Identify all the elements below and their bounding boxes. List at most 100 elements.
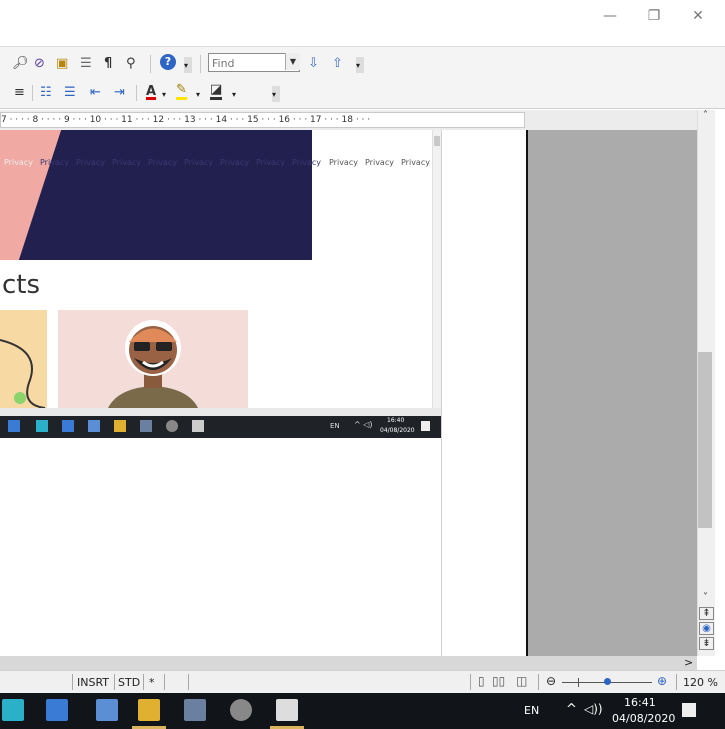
app-icon xyxy=(166,420,178,432)
highlight-color-icon[interactable]: ✎ xyxy=(176,83,187,100)
language-indicator: EN xyxy=(330,422,340,430)
embedded-taskbar: EN ^ ◁) 16:40 04/08/2020 xyxy=(0,416,441,438)
privacy-link: Privacy xyxy=(365,158,394,167)
app-icon[interactable] xyxy=(230,699,252,721)
chevron-down-icon[interactable]: ▾ xyxy=(162,86,166,104)
multi-page-view-icon[interactable]: ▯▯ xyxy=(492,674,505,688)
minimize-button[interactable]: — xyxy=(590,4,630,28)
decrease-indent-icon[interactable]: ⇤ xyxy=(90,84,101,102)
book-view-icon[interactable]: ◫ xyxy=(516,674,527,688)
vertical-scroll-thumb[interactable] xyxy=(698,352,712,528)
vscode-icon xyxy=(8,420,20,432)
restore-button[interactable]: ❐ xyxy=(634,4,674,28)
status-divider xyxy=(114,674,115,690)
scroll-up-button[interactable]: ˄ xyxy=(699,110,712,121)
notification-icon xyxy=(421,421,430,431)
increase-indent-icon[interactable]: ⇥ xyxy=(114,84,125,102)
justify-icon[interactable]: ≡ xyxy=(14,84,25,102)
find-dropdown[interactable]: ▼ xyxy=(285,53,300,72)
app-icon xyxy=(36,420,48,432)
document-canvas[interactable]: Privacy Privacy Privacy Privacy Privacy … xyxy=(0,130,697,656)
avatar-illustration xyxy=(108,320,198,408)
formatting-marks-icon[interactable]: ¶ xyxy=(104,55,112,73)
find-previous-icon[interactable]: ⇧ xyxy=(332,55,343,73)
navigator-button[interactable]: ◉ xyxy=(699,622,714,635)
scroll-down-button[interactable]: ˅ xyxy=(699,592,712,603)
product-card-image xyxy=(58,310,248,408)
privacy-link: Privacy xyxy=(329,158,358,167)
chevron-down-icon[interactable]: ▾ xyxy=(196,86,200,104)
image-icon[interactable]: ▣ xyxy=(56,55,68,73)
zoom-icon[interactable]: ⚲ xyxy=(126,55,136,73)
status-divider xyxy=(164,674,165,690)
scroll-right-button[interactable]: > xyxy=(684,656,693,669)
clock-time: 16:40 xyxy=(387,417,405,424)
language-indicator[interactable]: EN xyxy=(524,704,539,717)
zoom-slider-handle[interactable] xyxy=(604,678,611,685)
next-page-button[interactable]: ⇟ xyxy=(699,637,714,650)
spellcheck-icon[interactable]: ⊘ xyxy=(34,55,45,73)
clock-time[interactable]: 16:41 xyxy=(624,696,656,709)
chevron-down-icon[interactable]: ▾ xyxy=(232,86,236,104)
horizontal-ruler[interactable]: 7 · · · · 8 · · · · 9 · · · 10 · · · 11 … xyxy=(0,110,697,130)
writer-icon[interactable] xyxy=(276,699,298,721)
standard-toolbar: 🔎︎ ⊘ ▣ ☰ ¶ ⚲ ? ▾ Find ▼ ⇩ ⇧ ▾ xyxy=(0,46,725,81)
app-icon[interactable] xyxy=(2,699,24,721)
section-heading: cts xyxy=(2,270,41,300)
find-next-icon[interactable]: ⇩ xyxy=(308,55,319,73)
notification-icon[interactable] xyxy=(682,703,696,717)
zoom-out-icon[interactable]: ⊖ xyxy=(546,674,556,688)
close-button[interactable]: ✕ xyxy=(678,4,718,28)
toolbar-overflow-icon[interactable]: ▾ xyxy=(356,57,364,73)
banner-image xyxy=(0,130,312,260)
clock-date[interactable]: 04/08/2020 xyxy=(612,712,675,725)
document-page[interactable]: Privacy Privacy Privacy Privacy Privacy … xyxy=(0,130,528,656)
banner-pink-shape xyxy=(0,130,65,260)
font-color-icon[interactable]: A xyxy=(146,83,156,101)
privacy-link: Privacy xyxy=(184,158,213,167)
privacy-link: Privacy xyxy=(401,158,430,167)
vscode-icon[interactable] xyxy=(46,699,68,721)
privacy-link: Privacy xyxy=(40,158,69,167)
numbered-list-icon[interactable]: ☷ xyxy=(40,84,52,102)
previous-page-button[interactable]: ⇞ xyxy=(699,607,714,620)
status-divider xyxy=(143,674,144,690)
toolbar-overflow-icon[interactable]: ▾ xyxy=(184,57,192,73)
app-icon[interactable] xyxy=(96,699,118,721)
document-modified-indicator[interactable]: * xyxy=(149,676,155,689)
status-divider xyxy=(470,674,471,690)
tray-chevron-icon[interactable]: ^ xyxy=(566,702,577,717)
privacy-link: Privacy xyxy=(4,158,33,167)
privacy-link: Privacy xyxy=(256,158,285,167)
embedded-scrollbar xyxy=(432,130,441,410)
chevron-down-icon: ▼ xyxy=(285,53,300,70)
app-icon xyxy=(140,420,152,432)
horizontal-scrollbar[interactable]: > xyxy=(0,656,697,670)
status-divider xyxy=(676,674,677,690)
help-icon[interactable]: ? xyxy=(160,54,176,70)
page-margin-line xyxy=(441,130,442,656)
app-icon[interactable] xyxy=(184,699,206,721)
ruler-scale: 7 · · · · 8 · · · · 9 · · · 10 · · · 11 … xyxy=(0,112,525,128)
bullet-list-icon[interactable]: ☰ xyxy=(64,84,76,102)
embedded-scroll-thumb xyxy=(434,136,440,146)
database-icon[interactable]: ☰ xyxy=(80,55,92,73)
embedded-screenshot[interactable]: Privacy Privacy Privacy Privacy Privacy … xyxy=(0,130,441,438)
privacy-link: Privacy xyxy=(148,158,177,167)
volume-icon[interactable]: ◁)) xyxy=(584,702,603,716)
single-page-view-icon[interactable]: ▯ xyxy=(478,674,485,688)
insert-mode-indicator[interactable]: INSRT xyxy=(77,676,109,689)
privacy-link: Privacy xyxy=(76,158,105,167)
find-replace-icon[interactable]: 🔎︎ xyxy=(12,55,29,73)
privacy-link: Privacy xyxy=(112,158,141,167)
zoom-level[interactable]: 120 % xyxy=(683,676,718,689)
selection-mode-indicator[interactable]: STD xyxy=(118,676,140,689)
app-icon xyxy=(88,420,100,432)
toolbar-overflow-icon[interactable]: ▾ xyxy=(272,86,280,102)
window-titlebar: — ❐ ✕ xyxy=(0,0,725,46)
toolbar-separator xyxy=(150,55,151,73)
windows-taskbar: EN ^ ◁)) 16:41 04/08/2020 xyxy=(0,693,725,729)
zoom-in-icon[interactable]: ⊕ xyxy=(657,674,667,688)
background-color-icon[interactable]: ◪ xyxy=(210,83,223,100)
file-explorer-icon[interactable] xyxy=(138,699,160,721)
